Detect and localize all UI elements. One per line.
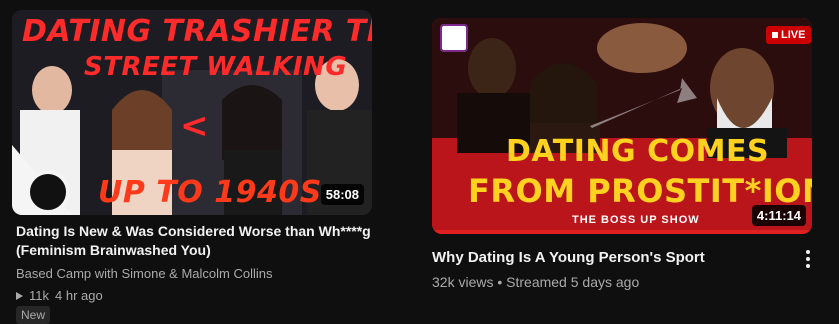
video-title-line2: (Feminism Brainwashed You)	[16, 242, 211, 258]
thumbnail-headline-top: DATING TRASHIER THAN	[22, 14, 372, 49]
play-icon	[16, 291, 23, 300]
view-count: 11k	[29, 288, 49, 303]
new-badge: New	[16, 306, 51, 324]
thumbnail-headline-bottom: UP TO 1940S	[98, 175, 322, 210]
video-title[interactable]: Why Dating Is A Young Person's Sport	[432, 248, 782, 267]
video-stats: 32k views • Streamed 5 days ago	[432, 274, 640, 290]
thumbnail-headline-line1: DATING COMES	[506, 134, 770, 169]
thumbnail-arrow: <	[180, 106, 209, 146]
video-thumbnail[interactable]: DATING TRASHIER THAN STREET WALKING < UP…	[12, 10, 372, 215]
live-icon	[772, 32, 778, 39]
live-label: LIVE	[781, 29, 806, 41]
gear-icon	[26, 170, 70, 214]
video-card-1[interactable]: DATING TRASHIER THAN STREET WALKING < UP…	[0, 0, 372, 324]
more-options-icon[interactable]	[804, 250, 812, 268]
duration-badge: 4:11:14	[751, 205, 806, 226]
video-title[interactable]: Dating Is New & Was Considered Worse tha…	[16, 222, 372, 260]
channel-logo-icon	[440, 24, 468, 52]
video-card-2[interactable]: LIVE DATING COMES FROM PROSTIT*ION THE B…	[430, 0, 830, 322]
channel-name[interactable]: Based Camp with Simone & Malcolm Collins	[16, 266, 272, 281]
live-badge: LIVE	[766, 26, 812, 44]
upload-age: 4 hr ago	[55, 288, 103, 303]
video-stats: 11k 4 hr ago	[16, 288, 103, 303]
thumbnail-headline-middle: STREET WALKING	[84, 52, 348, 82]
video-thumbnail[interactable]: LIVE DATING COMES FROM PROSTIT*ION THE B…	[432, 18, 812, 234]
video-title-line1: Dating Is New & Was Considered Worse tha…	[16, 223, 371, 239]
thumbnail-brand: THE BOSS UP SHOW	[572, 214, 700, 226]
duration-badge: 58:08	[320, 184, 364, 205]
